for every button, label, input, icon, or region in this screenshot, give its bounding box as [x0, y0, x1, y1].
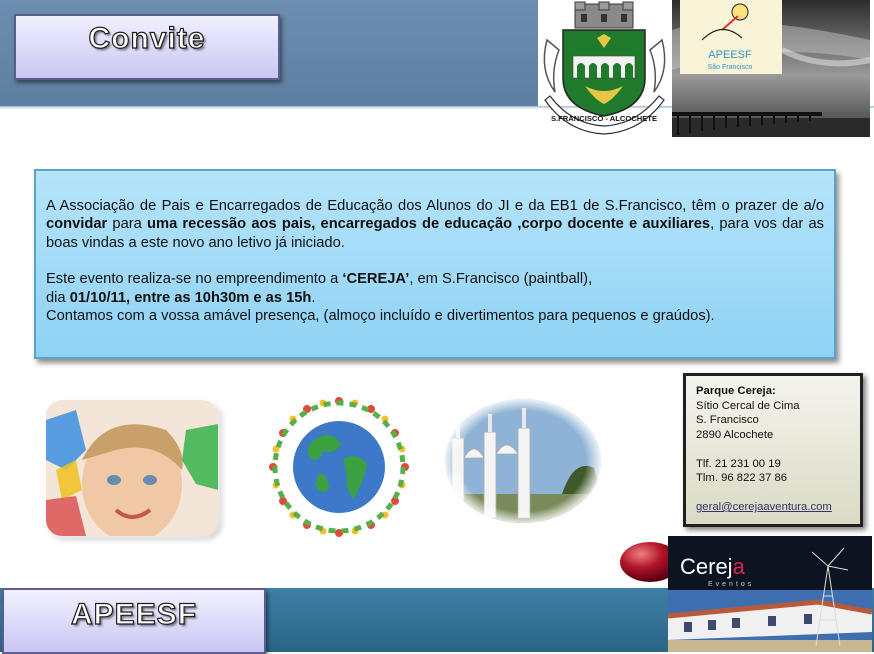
invitation-text-part: dia: [46, 289, 70, 306]
invitation-emphasis: uma recessão aos pais, encarregados de e…: [147, 216, 711, 233]
address-mobile: Tlm. 96 822 37 86: [696, 472, 788, 484]
invitation-text-part: para: [107, 216, 148, 233]
address-card: Parque Cereja: Sítio Cercal de Cima S. F…: [683, 373, 863, 527]
footer-title: APEESF: [70, 597, 198, 631]
address-email-link[interactable]: geral@cerejaaventura.com: [696, 501, 832, 513]
invitation-paragraph-1: A Associação de Pais e Encarregados de E…: [46, 197, 824, 252]
cereja-brand-name: Cereja: [680, 554, 746, 579]
invitation-emphasis: ‘CEREJA’: [342, 271, 410, 288]
arches-monument-photo: [445, 399, 601, 523]
address-line: Sítio Cercal de Cima: [696, 400, 800, 412]
cereja-brand-part: Cerej: [680, 554, 733, 579]
address-phone: Tlf. 21 231 00 19: [696, 458, 781, 470]
invitation-emphasis: convidar: [46, 216, 108, 233]
address-line: S. Francisco: [696, 414, 759, 426]
invitation-closing-line: Contamos com a vossa amável presença, (a…: [46, 308, 715, 325]
invitation-box: A Associação de Pais e Encarregados de E…: [34, 169, 836, 359]
invitation-text-part: Este evento realiza-se no empreendimento…: [46, 271, 343, 288]
invitation-text-part: .: [311, 289, 316, 306]
apeesf-logo-name: APEESF: [708, 49, 752, 61]
invitation-paragraph-2: Este evento realiza-se no empreendimento…: [46, 270, 824, 288]
apeesf-logo-subtitle: São Francisco: [708, 64, 753, 71]
page-title: Convite: [88, 21, 206, 55]
invitation-date-line: dia 01/10/11, entre as 10h30m e as 15h.: [46, 289, 824, 307]
invitation-text: A Associação de Pais e Encarregados de E…: [46, 197, 824, 325]
globe-children-icon: [269, 397, 409, 537]
invitation-emphasis: 01/10/11, entre as 10h30m e as 15h: [69, 289, 312, 306]
child-painted-hands-photo: [46, 400, 218, 536]
cereja-venue-photo: Cereja Eventos: [668, 536, 872, 652]
invitation-text-part: A Associação de Pais e Encarregados de E…: [46, 198, 824, 214]
address-title: Parque Cereja:: [696, 385, 776, 397]
crest-scroll-text: S.FRANCISCO - ALCOCHETE: [551, 114, 657, 123]
cereja-tagline: Eventos: [708, 581, 754, 588]
title-banner: Convite: [14, 14, 280, 80]
pier-photo: APEESF São Francisco: [672, 0, 870, 137]
invitation-text-part: , em S.Francisco (paintball),: [409, 271, 593, 288]
coat-of-arms-icon: S.FRANCISCO - ALCOCHETE: [543, 1, 666, 135]
footer-banner: APEESF: [2, 588, 266, 654]
cereja-brand-accent: a: [733, 554, 746, 579]
address-postal-line: 2890 Alcochete: [696, 429, 774, 441]
